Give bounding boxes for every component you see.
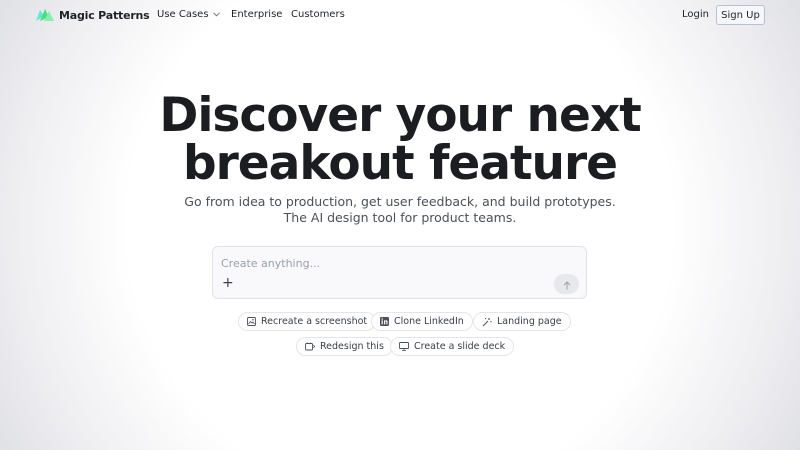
arrow-up-icon: [563, 275, 571, 294]
hero-subtitle-line-2: The AI design tool for product teams.: [283, 210, 517, 225]
redesign-icon: [305, 342, 315, 351]
add-attachment-icon[interactable]: +: [222, 276, 234, 290]
nav-customers-label: Customers: [291, 9, 345, 20]
image-icon: [247, 317, 256, 326]
hero-headline-line-2: breakout feature: [182, 136, 618, 191]
brand-logo[interactable]: Magic Patterns: [35, 7, 150, 23]
login-button[interactable]: Login: [682, 9, 709, 20]
suggestion-recreate-screenshot[interactable]: Recreate a screenshot: [238, 312, 377, 331]
prompt-input[interactable]: [221, 255, 571, 271]
suggestion-clone-linkedin[interactable]: Clone LinkedIn: [371, 312, 473, 331]
prompt-box: +: [212, 246, 587, 299]
suggestion-label: Landing page: [497, 316, 562, 327]
suggestion-label: Clone LinkedIn: [394, 316, 464, 327]
nav-enterprise[interactable]: Enterprise: [231, 9, 282, 20]
signup-button[interactable]: Sign Up: [716, 5, 765, 25]
nav-enterprise-label: Enterprise: [231, 9, 283, 20]
linkedin-icon: [380, 317, 389, 326]
suggestion-landing-page[interactable]: Landing page: [473, 312, 571, 331]
magic-patterns-logo-icon: [35, 7, 55, 23]
hero-headline: Discover your next breakout feature: [0, 92, 800, 188]
suggestion-redesign-this[interactable]: Redesign this: [296, 337, 393, 356]
hero-subtitle: Go from idea to production, get user fee…: [0, 194, 800, 226]
suggestion-create-slide-deck[interactable]: Create a slide deck: [390, 337, 515, 356]
nav-use-cases-label: Use Cases: [157, 9, 209, 20]
magic-wand-icon: [482, 317, 492, 327]
hero-headline-line-1: Discover your next: [159, 88, 641, 143]
presentation-icon: [399, 342, 409, 351]
chevron-down-icon: [212, 11, 220, 19]
suggestion-label: Recreate a screenshot: [261, 316, 368, 327]
submit-prompt-button[interactable]: [554, 274, 579, 294]
hero-subtitle-line-1: Go from idea to production, get user fee…: [184, 194, 616, 209]
suggestion-label: Redesign this: [320, 341, 384, 352]
brand-name: Magic Patterns: [59, 8, 150, 22]
nav-use-cases[interactable]: Use Cases: [157, 9, 220, 20]
top-nav: Magic Patterns Use Cases Enterprise Cust…: [0, 0, 800, 30]
suggestion-label: Create a slide deck: [414, 341, 506, 352]
nav-customers[interactable]: Customers: [291, 9, 345, 20]
